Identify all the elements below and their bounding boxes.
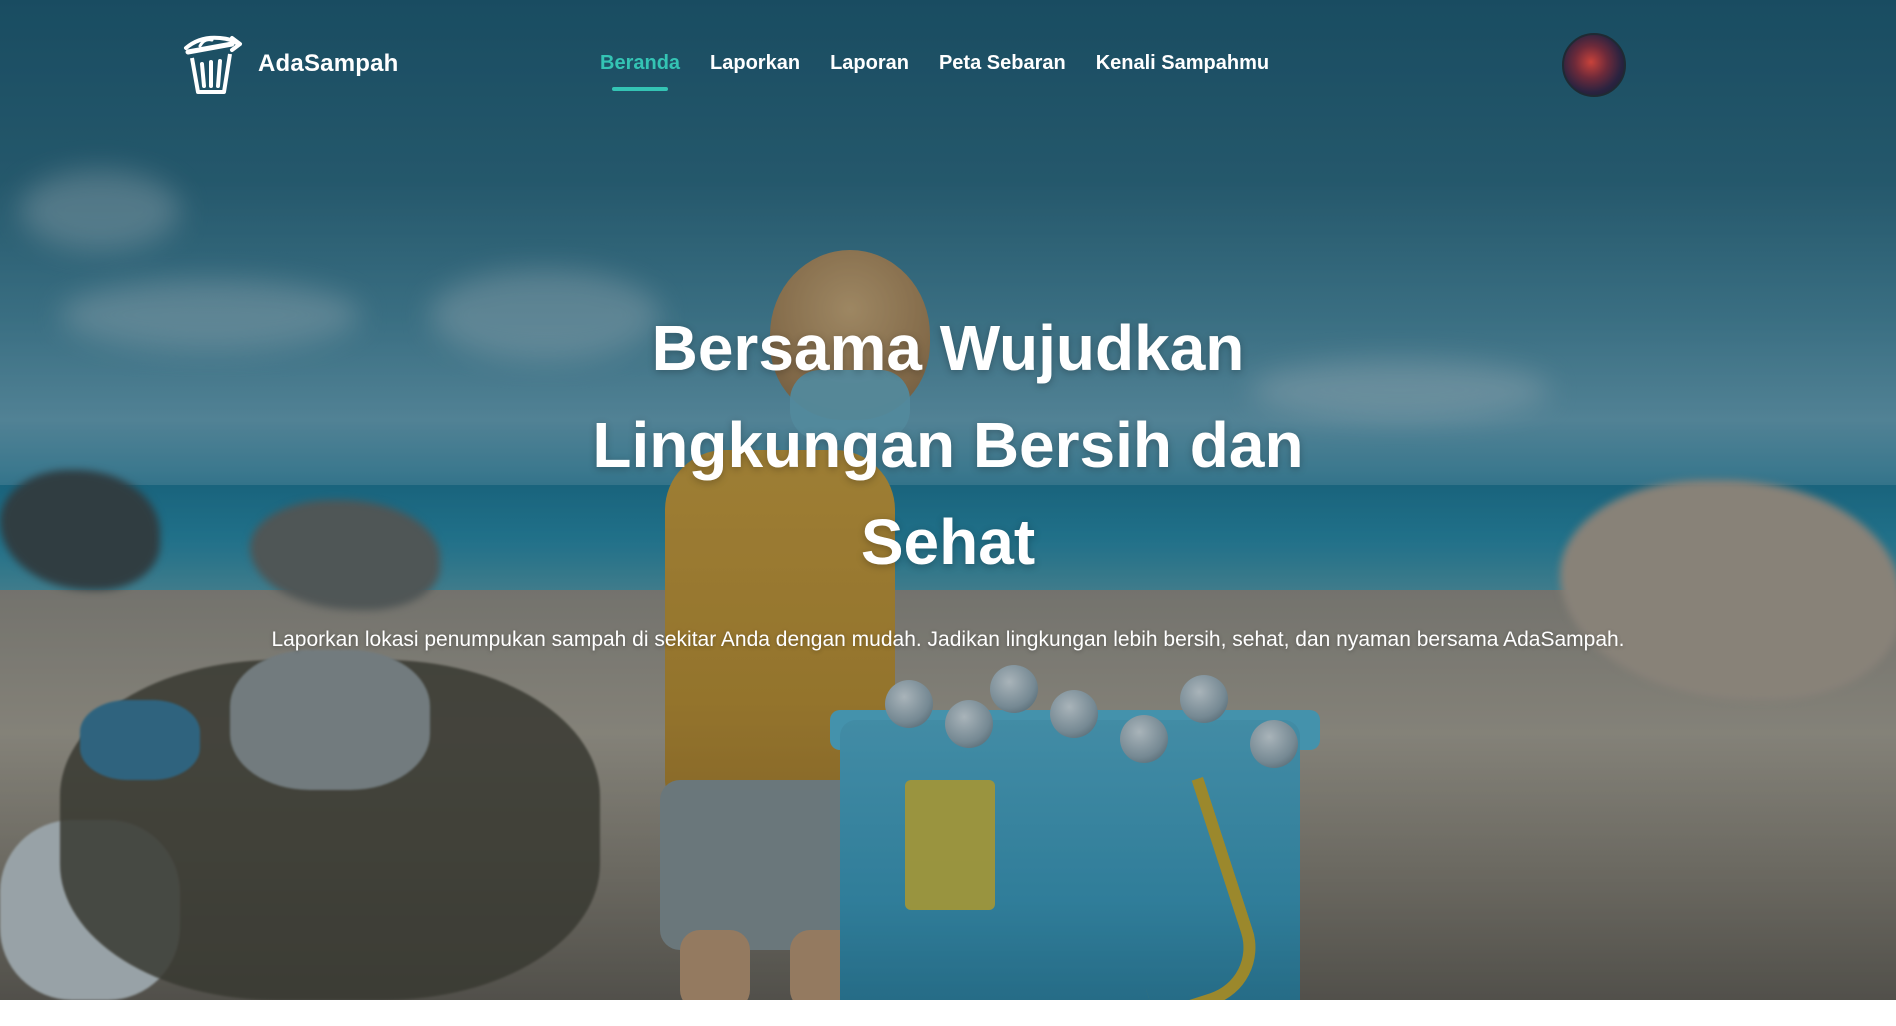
- trash-bin-recycle-icon: [184, 35, 242, 94]
- hero-title-line-2: Lingkungan Bersih dan: [592, 409, 1304, 481]
- hero-subtitle: Laporkan lokasi penumpukan sampah di sek…: [271, 628, 1625, 651]
- navbar: AdaSampah Beranda Laporkan Laporan Peta …: [0, 0, 1896, 130]
- main-nav: Beranda Laporkan Laporan Peta Sebaran Ke…: [600, 52, 1269, 91]
- nav-item-kenali-sampahmu[interactable]: Kenali Sampahmu: [1096, 52, 1269, 75]
- brand-logo[interactable]: AdaSampah: [180, 30, 399, 98]
- user-avatar-icon[interactable]: [1562, 33, 1626, 97]
- nav-item-beranda[interactable]: Beranda: [600, 52, 680, 91]
- hero-title: Bersama Wujudkan Lingkungan Bersih dan S…: [448, 300, 1448, 591]
- nav-item-laporkan[interactable]: Laporkan: [710, 52, 800, 75]
- hero-title-line-1: Bersama Wujudkan: [651, 312, 1245, 384]
- hero-section: AdaSampah Beranda Laporkan Laporan Peta …: [0, 0, 1896, 1000]
- nav-item-peta-sebaran[interactable]: Peta Sebaran: [939, 52, 1066, 75]
- nav-item-laporan[interactable]: Laporan: [830, 52, 909, 75]
- brand-name: AdaSampah: [258, 50, 399, 77]
- hero-title-line-3: Sehat: [860, 506, 1036, 578]
